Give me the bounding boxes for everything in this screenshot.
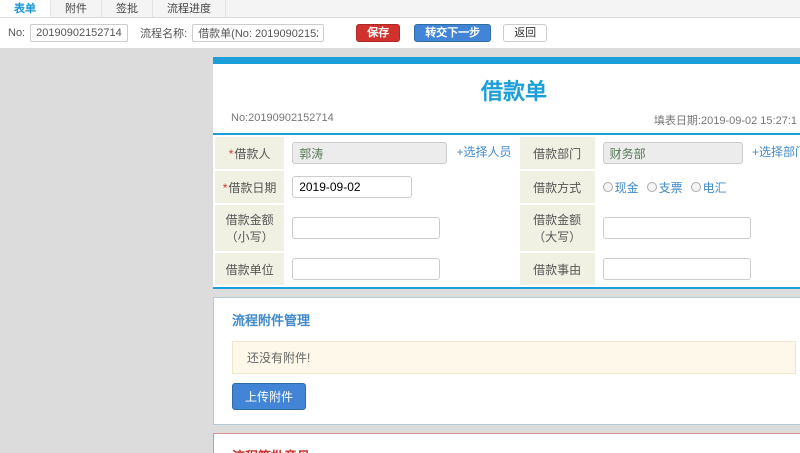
select-department-link[interactable]: +选择部门 xyxy=(752,145,800,159)
tab-progress[interactable]: 流程进度 xyxy=(153,0,226,17)
attachment-section-title: 流程附件管理 xyxy=(232,313,311,328)
no-label: No: xyxy=(8,27,26,39)
back-button[interactable]: 返回 xyxy=(503,24,548,42)
borrower-label: 借款人 xyxy=(234,146,271,161)
loan-date-input[interactable] xyxy=(292,176,413,198)
required-mark: * xyxy=(228,146,234,161)
next-step-button[interactable]: 转交下一步 xyxy=(414,24,492,42)
table-row: 借款金额（小写） 借款金额（大写） xyxy=(212,203,800,253)
approval-section: 流程签批意见 B I abc xyxy=(213,433,800,453)
radio-wire[interactable]: 电汇 xyxy=(690,179,727,196)
radio-circle-icon xyxy=(646,182,657,192)
upload-attachment-button[interactable]: 上传附件 xyxy=(232,383,307,410)
date-label: 借款日期 xyxy=(228,180,277,195)
department-label: 借款部门 xyxy=(533,146,582,161)
tab-approval[interactable]: 签批 xyxy=(102,0,153,17)
process-name-input[interactable] xyxy=(192,24,325,42)
amount-upper-input[interactable] xyxy=(602,217,751,239)
no-input[interactable] xyxy=(30,24,129,42)
process-name-label: 流程名称: xyxy=(140,28,188,40)
radio-cash[interactable]: 现金 xyxy=(602,179,639,196)
radio-circle-icon xyxy=(690,182,701,192)
borrower-input xyxy=(292,142,448,164)
command-bar: No: 流程名称: 保存 转交下一步 返回 xyxy=(0,18,800,48)
form-title: 借款单 xyxy=(480,79,547,104)
amount-lower-input[interactable] xyxy=(292,217,441,239)
amount-lower-label: 借款金额（小写） xyxy=(225,213,274,244)
radio-circle-icon xyxy=(602,182,613,192)
tab-attachment[interactable]: 附件 xyxy=(51,0,102,17)
form-date-text: 填表日期:2019-09-02 15:27:1 xyxy=(653,115,797,127)
form-number-text: No:20190902152714 xyxy=(231,112,334,124)
loan-reason-input[interactable] xyxy=(602,258,751,280)
table-row: *借款人 +选择人员 借款部门 +选择部门 xyxy=(212,135,800,171)
table-row: *借款日期 借款方式 现金 支票 电汇 xyxy=(212,169,800,205)
table-row: 借款单位 借款事由 xyxy=(212,251,800,287)
method-label: 借款方式 xyxy=(533,180,582,195)
workspace: 借款单 No:20190902152714 填表日期:2019-09-02 15… xyxy=(0,48,800,453)
amount-upper-label: 借款金额（大写） xyxy=(533,213,582,244)
no-attachment-message: 还没有附件! xyxy=(232,341,796,374)
required-mark: * xyxy=(222,180,228,195)
loan-unit-input[interactable] xyxy=(292,258,441,280)
reason-label: 借款事由 xyxy=(533,262,582,277)
save-button[interactable]: 保存 xyxy=(356,24,401,42)
loan-method-radio-group: 现金 支票 电汇 xyxy=(602,179,800,196)
tab-form[interactable]: 表单 xyxy=(0,0,51,17)
approval-section-title: 流程签批意见 xyxy=(232,446,796,453)
loan-form-panel: 借款单 No:20190902152714 填表日期:2019-09-02 15… xyxy=(212,57,800,453)
loan-form-card: 借款单 No:20190902152714 填表日期:2019-09-02 15… xyxy=(212,57,800,289)
unit-label: 借款单位 xyxy=(225,262,274,277)
panel-top-accent-bar xyxy=(213,57,800,64)
form-fields-table: *借款人 +选择人员 借款部门 +选择部门 *借款日期 xyxy=(212,135,800,287)
radio-cheque[interactable]: 支票 xyxy=(646,179,683,196)
department-input xyxy=(602,142,743,164)
tab-bar: 表单 附件 签批 流程进度 xyxy=(0,0,800,18)
select-person-link[interactable]: +选择人员 xyxy=(457,145,512,159)
attachment-section: 流程附件管理 还没有附件! 上传附件 xyxy=(213,297,800,425)
